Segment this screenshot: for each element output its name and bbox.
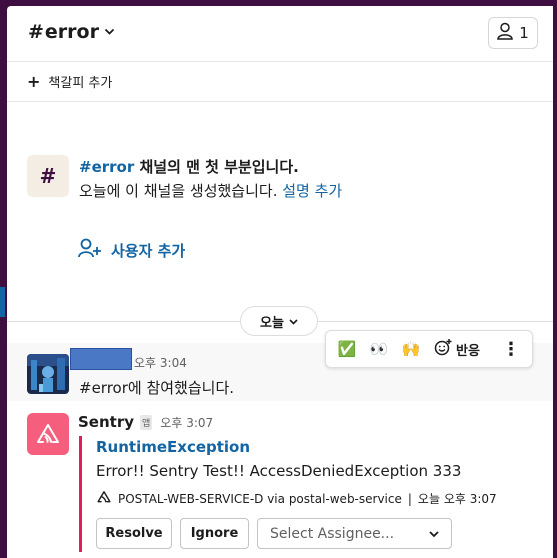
exception-title-link[interactable]: RuntimeException [96,438,250,456]
add-user-label: 사용자 추가 [111,241,186,260]
assignee-select[interactable]: Select Assignee... [257,518,452,549]
message-time[interactable]: 오후 3:04 [134,354,187,371]
sentry-logo-icon [37,424,59,443]
sentry-avatar[interactable] [27,413,69,455]
footer-time: 오늘 오후 3:07 [417,492,497,506]
intro-headline-text: 채널의 맨 첫 부분입니다. [134,158,299,176]
more-actions-icon[interactable]: ⋮ [496,334,526,364]
channel-header: # error 1 [7,6,553,62]
message-text: #error에 참여했습니다. [79,379,235,397]
channel-name-button[interactable]: # error [28,21,115,43]
redacted-username[interactable] [70,348,132,370]
channel-name: error [44,21,99,43]
ignore-button[interactable]: Ignore [180,518,249,549]
react-check-button[interactable]: ✅ [332,334,362,364]
add-user-button[interactable]: 사용자 추가 [78,238,185,262]
attachment-footer: POSTAL-WEB-SERVICE-D via postal-web-serv… [96,490,497,507]
separator: | [407,491,412,506]
intro-headline: #error 채널의 맨 첫 부분입니다. [79,156,299,177]
add-bookmark-button[interactable]: + 책갈피 추가 [27,72,112,91]
intro-subline: 오늘에 이 채널을 생성했습니다. 설명 추가 [79,180,342,201]
created-text: 오늘에 이 채널을 생성했습니다. [79,182,283,200]
member-count: 1 [519,24,529,42]
chevron-down-icon [289,314,298,329]
avatar[interactable] [27,354,69,394]
assignee-placeholder: Select Assignee... [270,525,395,542]
date-jump-button[interactable]: 오늘 [240,306,318,336]
date-label: 오늘 [260,315,284,331]
person-icon [497,22,513,44]
add-description-link[interactable]: 설명 추가 [282,182,342,200]
add-reaction-button[interactable]: 반응 [428,334,486,364]
add-person-icon [78,238,102,262]
channel-view: # error 1 + 책갈피 추가 # #error 채널의 맨 첫 부분입니다… [7,6,553,558]
react-raised-hands-button[interactable]: 🙌 [396,334,426,364]
sidebar-active-indicator [0,287,5,317]
exception-message: Error!! Sentry Test!! AccessDeniedExcept… [96,462,462,480]
channel-link[interactable]: #error [79,158,134,176]
chevron-down-icon [104,25,115,39]
sentry-small-icon [96,490,112,507]
source-text: POSTAL-WEB-SERVICE-D via postal-web-serv… [118,491,402,506]
channel-hash: # [28,21,44,43]
message-actions-toolbar: ✅ 👀 🙌 반응 ⋮ [325,330,533,368]
add-reaction-label: 반응 [456,343,480,359]
sender-name[interactable]: Sentry [78,413,134,431]
channel-hash-icon: # [27,155,69,197]
bookmark-bar: + 책갈피 추가 [7,61,553,102]
react-eyes-button[interactable]: 👀 [364,334,394,364]
message-time[interactable]: 오후 3:07 [160,414,213,431]
app-badge: 앱 [140,414,153,430]
add-emoji-icon [434,338,452,360]
chevron-down-icon [429,526,439,542]
plus-icon: + [27,72,41,91]
resolve-button[interactable]: Resolve [96,518,172,549]
attachment-color-bar [79,436,82,552]
members-button[interactable]: 1 [488,17,538,49]
add-bookmark-label: 책갈피 추가 [48,76,113,91]
message-sender-line: Sentry 앱 오후 3:07 [78,413,213,431]
